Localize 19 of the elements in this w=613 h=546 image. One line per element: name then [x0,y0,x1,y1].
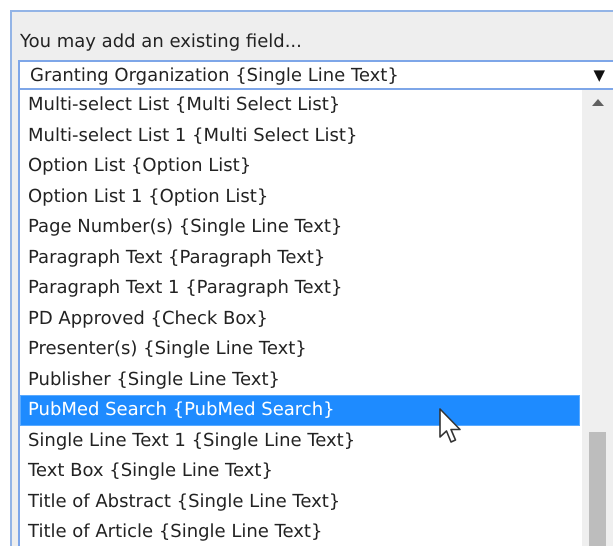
dropdown-option[interactable]: Presenter(s) {Single Line Text} [20,334,580,364]
dropdown-option[interactable]: Title of Abstract {Single Line Text} [20,486,580,517]
field-select[interactable]: Granting Organization {Single Line Text} ▼ [18,60,613,90]
scroll-up-icon[interactable] [592,98,604,106]
dropdown-option[interactable]: Publisher {Single Line Text} [20,364,580,395]
dropdown-option[interactable]: Title of Article {Single Line Text} [20,517,580,546]
dropdown-option[interactable]: Multi-select List {Multi Select List} [20,90,580,120]
dropdown-option[interactable]: Single Line Text 1 {Single Line Text} [20,426,580,456]
dropdown-option[interactable]: Option List 1 {Option List} [20,182,580,212]
field-label: You may add an existing field... [19,30,303,54]
dropdown-option[interactable]: Page Number(s) {Single Line Text} [20,212,580,242]
scrollbar-thumb[interactable] [589,432,606,546]
dropdown-option[interactable]: Option List {Option List} [20,151,580,182]
scrollbar[interactable] [582,90,613,546]
dropdown-option[interactable]: Multi-select List 1 {Multi Select List} [20,120,580,151]
dropdown-option[interactable]: PD Approved {Check Box} [20,304,580,334]
dropdown-option[interactable]: Paragraph Text {Paragraph Text} [20,242,580,273]
dropdown-option[interactable]: Text Box {Single Line Text} [20,456,580,486]
dropdown-option[interactable]: Paragraph Text 1 {Paragraph Text} [20,273,580,304]
